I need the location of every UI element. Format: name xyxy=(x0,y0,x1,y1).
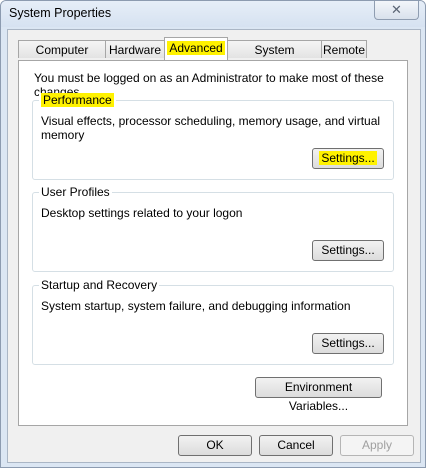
startup-recovery-settings-button[interactable]: Settings... xyxy=(312,333,384,354)
group-description: System startup, system failure, and debu… xyxy=(41,299,351,313)
apply-button[interactable]: Apply xyxy=(340,435,414,456)
cancel-button[interactable]: Cancel xyxy=(259,435,333,456)
group-label: Performance xyxy=(39,93,116,107)
user-profiles-group: User Profiles Desktop settings related t… xyxy=(32,185,394,272)
tab-label: Remote xyxy=(322,43,366,57)
startup-recovery-group: Startup and Recovery System startup, sys… xyxy=(32,278,394,365)
tab-hardware[interactable]: Hardware xyxy=(105,40,165,58)
close-icon: ✕ xyxy=(391,2,402,17)
advanced-tab-panel: You must be logged on as an Administrato… xyxy=(18,60,408,426)
close-button[interactable]: ✕ xyxy=(374,1,419,20)
tab-label: Hardware xyxy=(108,43,162,57)
environment-variables-button[interactable]: Environment Variables... xyxy=(255,377,382,413)
title-bar[interactable]: System Properties ✕ xyxy=(1,1,425,27)
ok-button[interactable]: OK xyxy=(178,435,252,456)
window-title: System Properties xyxy=(9,6,112,20)
group-label: Startup and Recovery xyxy=(39,278,160,292)
group-description: Visual effects, processor scheduling, me… xyxy=(41,114,381,142)
group-label: User Profiles xyxy=(39,185,112,199)
performance-settings-button[interactable]: Settings... xyxy=(312,148,384,169)
user-profiles-settings-button[interactable]: Settings... xyxy=(312,240,384,261)
tab-advanced[interactable]: Advanced xyxy=(164,37,228,60)
tab-remote[interactable]: Remote xyxy=(321,40,367,58)
tab-computer-name[interactable]: Computer Name xyxy=(18,40,106,75)
dialog-client-area: Computer Name Hardware Advanced System P… xyxy=(7,29,421,463)
tab-system-protection[interactable]: System Protection xyxy=(227,40,322,75)
tab-label: Advanced xyxy=(167,41,225,55)
performance-group: Performance Visual effects, processor sc… xyxy=(32,93,394,180)
system-properties-window: System Properties ✕ Computer Name Hardwa… xyxy=(0,0,426,468)
group-description: Desktop settings related to your logon xyxy=(41,206,243,220)
